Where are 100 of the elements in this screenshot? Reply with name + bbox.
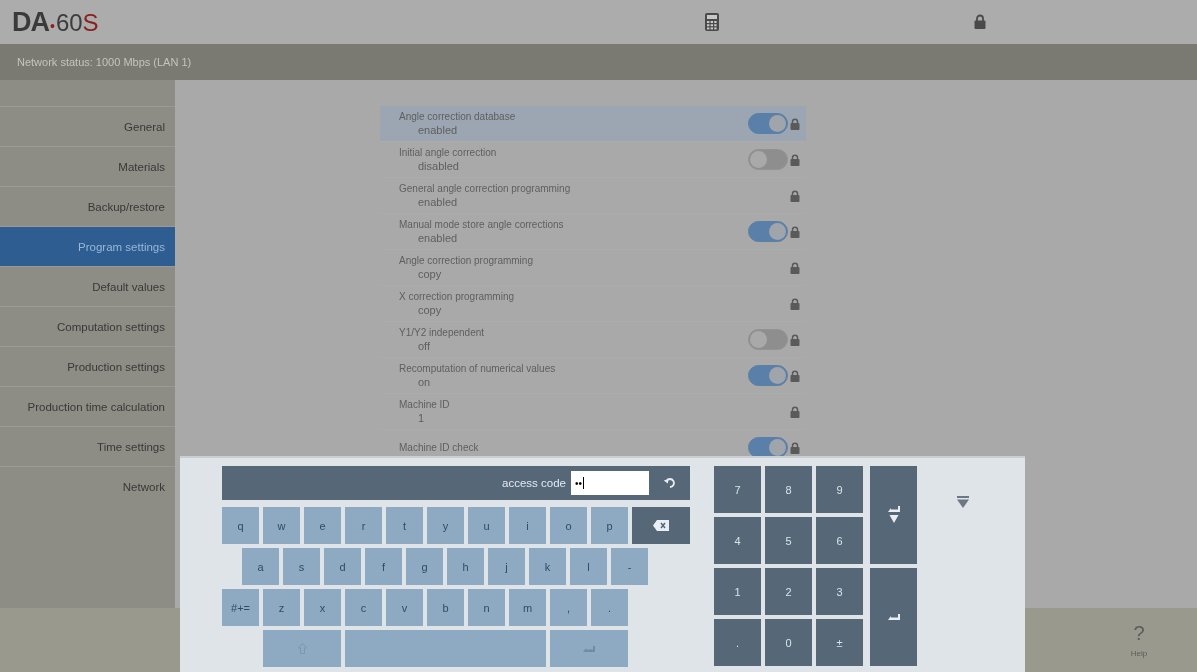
sidebar-item[interactable]: Network [0, 466, 175, 506]
number-key[interactable]: 9 [816, 466, 863, 513]
key[interactable]: u [468, 507, 505, 544]
key[interactable]: e [304, 507, 341, 544]
setting-row[interactable]: Angle correction programming copy [380, 250, 806, 286]
number-key[interactable]: 8 [765, 466, 812, 513]
enter-key[interactable] [550, 630, 628, 667]
setting-row[interactable]: Machine ID 1 [380, 394, 806, 430]
key[interactable]: c [345, 589, 382, 626]
toggle-switch[interactable] [748, 329, 788, 350]
toggle-switch[interactable] [748, 113, 788, 134]
shift-key[interactable] [263, 630, 341, 667]
setting-row[interactable]: Recomputation of numerical values on [380, 358, 806, 394]
number-key[interactable]: 7 [714, 466, 761, 513]
backspace-icon [653, 520, 669, 531]
key[interactable]: m [509, 589, 546, 626]
toggle-switch[interactable] [748, 437, 788, 458]
key[interactable]: l [570, 548, 607, 585]
key[interactable]: p [591, 507, 628, 544]
key[interactable]: y [427, 507, 464, 544]
calculator-icon[interactable] [705, 13, 719, 31]
setting-label: Angle correction programming [399, 255, 534, 266]
setting-label: Initial angle correction [399, 147, 498, 158]
number-key[interactable]: 0 [765, 619, 812, 666]
setting-value: on [417, 376, 432, 388]
access-code-field[interactable]: •• [571, 471, 649, 495]
setting-label: Angle correction database [399, 111, 517, 122]
space-key[interactable] [345, 630, 546, 667]
key[interactable]: j [488, 548, 525, 585]
setting-label: X correction programming [399, 291, 516, 302]
setting-label: Y1/Y2 independent [399, 327, 486, 338]
key[interactable]: s [283, 548, 320, 585]
sidebar-item[interactable]: Materials [0, 146, 175, 186]
key[interactable]: o [550, 507, 587, 544]
key[interactable]: v [386, 589, 423, 626]
undo-icon[interactable] [663, 476, 677, 490]
setting-label: General angle correction programming [399, 183, 572, 194]
key[interactable]: x [304, 589, 341, 626]
key[interactable]: z [263, 589, 300, 626]
key[interactable]: d [324, 548, 361, 585]
key[interactable]: f [365, 548, 402, 585]
setting-value: disabled [417, 160, 460, 172]
setting-row[interactable]: Angle correction database enabled [380, 106, 806, 142]
setting-label: Machine ID check [399, 442, 480, 453]
number-key[interactable]: 3 [816, 568, 863, 615]
lock-icon[interactable] [974, 14, 986, 29]
lock-icon [790, 369, 800, 382]
key[interactable]: t [386, 507, 423, 544]
setting-value: copy [417, 268, 443, 280]
key[interactable]: b [427, 589, 464, 626]
key[interactable]: g [406, 548, 443, 585]
lock-icon [790, 117, 800, 130]
key[interactable]: h [447, 548, 484, 585]
key[interactable]: q [222, 507, 259, 544]
toggle-switch[interactable] [748, 149, 788, 170]
setting-row[interactable]: Manual mode store angle corrections enabled [380, 214, 806, 250]
setting-row[interactable]: X correction programming copy [380, 286, 806, 322]
number-key[interactable]: 4 [714, 517, 761, 564]
key[interactable]: a [242, 548, 279, 585]
lock-icon [790, 153, 800, 166]
setting-value: copy [417, 304, 443, 316]
sidebar-item[interactable]: Production settings [0, 346, 175, 386]
logo: DA•60S [12, 6, 99, 38]
lock-icon [790, 297, 800, 310]
key[interactable]: w [263, 507, 300, 544]
key[interactable]: . [591, 589, 628, 626]
number-key[interactable]: 1 [714, 568, 761, 615]
key[interactable]: , [550, 589, 587, 626]
lock-icon [790, 261, 800, 274]
setting-row[interactable]: Y1/Y2 independent off [380, 322, 806, 358]
number-key[interactable]: 5 [765, 517, 812, 564]
toggle-switch[interactable] [748, 221, 788, 242]
setting-row[interactable]: General angle correction programming enabled [380, 178, 806, 214]
key[interactable]: #+= [222, 589, 259, 626]
setting-value: off [417, 340, 432, 352]
number-key[interactable]: . [714, 619, 761, 666]
toggle-switch[interactable] [748, 365, 788, 386]
key[interactable]: k [529, 548, 566, 585]
key[interactable]: r [345, 507, 382, 544]
number-key[interactable]: 2 [765, 568, 812, 615]
sidebar-item[interactable]: Default values [0, 266, 175, 306]
sidebar-item[interactable]: Production time calculation [0, 386, 175, 426]
key[interactable]: n [468, 589, 505, 626]
backspace-key[interactable] [632, 507, 690, 544]
lock-icon [790, 333, 800, 346]
collapse-icon[interactable] [957, 496, 969, 508]
setting-value: enabled [417, 196, 459, 208]
number-key[interactable]: 6 [816, 517, 863, 564]
sidebar-item[interactable]: Computation settings [0, 306, 175, 346]
enter-key[interactable] [870, 568, 917, 666]
sidebar-item[interactable]: Time settings [0, 426, 175, 466]
setting-row[interactable]: Initial angle correction disabled [380, 142, 806, 178]
enter-next-key[interactable] [870, 466, 917, 564]
lock-icon [790, 225, 800, 238]
sidebar-item[interactable]: General [0, 106, 175, 146]
key[interactable]: i [509, 507, 546, 544]
sidebar-item[interactable]: Program settings [0, 226, 175, 266]
key[interactable]: - [611, 548, 648, 585]
setting-value: enabled [417, 124, 459, 136]
number-key[interactable]: ± [816, 619, 863, 666]
